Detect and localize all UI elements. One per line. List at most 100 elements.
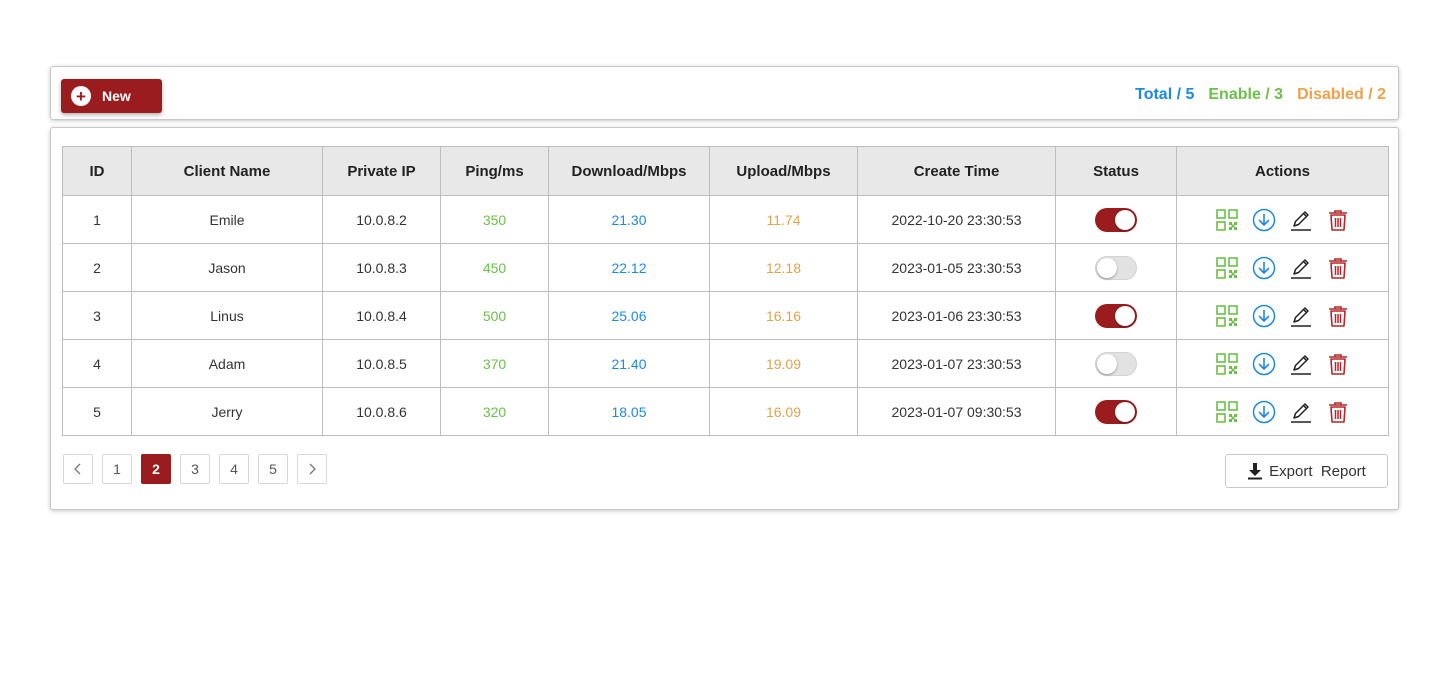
toggle-knob — [1115, 209, 1135, 230]
new-button[interactable]: + New — [61, 79, 162, 113]
toggle-knob — [1097, 353, 1117, 374]
total-count: Total / 5 — [1135, 86, 1195, 103]
clients-panel: ID Client Name Private IP Ping/ms Downlo… — [50, 127, 1399, 510]
client-name: Jason — [131, 243, 323, 292]
download-circle-icon[interactable] — [1252, 352, 1276, 376]
client-id: 3 — [62, 291, 132, 340]
column-header: Ping/ms — [440, 146, 549, 196]
status-toggle[interactable] — [1095, 351, 1137, 376]
page-button-4[interactable]: 4 — [219, 454, 249, 484]
next-page-button[interactable] — [297, 454, 327, 484]
qr-code-icon[interactable] — [1215, 304, 1239, 328]
actions-cell — [1176, 291, 1389, 340]
toggle-knob — [1115, 305, 1135, 326]
private-ip: 10.0.8.6 — [322, 387, 441, 436]
create-time: 2023-01-07 09:30:53 — [857, 387, 1056, 436]
download-circle-icon[interactable] — [1252, 400, 1276, 424]
actions-cell — [1176, 195, 1389, 244]
client-id: 1 — [62, 195, 132, 244]
download-value: 22.12 — [548, 243, 710, 292]
status-cell — [1055, 339, 1177, 388]
edit-icon[interactable] — [1289, 256, 1313, 280]
column-header: Client Name — [131, 146, 323, 196]
page-button-2[interactable]: 2 — [141, 454, 171, 484]
upload-value: 11.74 — [709, 195, 858, 244]
export-report-button[interactable]: Export Report — [1225, 454, 1388, 488]
download-value: 18.05 — [548, 387, 710, 436]
download-value: 25.06 — [548, 291, 710, 340]
prev-page-button[interactable] — [63, 454, 93, 484]
private-ip: 10.0.8.3 — [322, 243, 441, 292]
toggle-knob — [1097, 257, 1117, 278]
status-cell — [1055, 291, 1177, 340]
table-row: 3 Linus 10.0.8.4 500 25.06 16.16 2023-01… — [62, 291, 1389, 340]
edit-icon[interactable] — [1289, 304, 1313, 328]
delete-icon[interactable] — [1326, 208, 1350, 232]
delete-icon[interactable] — [1326, 256, 1350, 280]
column-header: Actions — [1176, 146, 1389, 196]
delete-icon[interactable] — [1326, 352, 1350, 376]
status-toggle[interactable] — [1095, 399, 1137, 424]
upload-value: 16.09 — [709, 387, 858, 436]
status-toggle[interactable] — [1095, 303, 1137, 328]
client-id: 4 — [62, 339, 132, 388]
page-button-5[interactable]: 5 — [258, 454, 288, 484]
ping-value: 320 — [440, 387, 549, 436]
download-value: 21.30 — [548, 195, 710, 244]
download-circle-icon[interactable] — [1252, 256, 1276, 280]
download-circle-icon[interactable] — [1252, 304, 1276, 328]
table-header-row: ID Client Name Private IP Ping/ms Downlo… — [62, 146, 1389, 196]
status-cell — [1055, 243, 1177, 292]
ping-value: 350 — [440, 195, 549, 244]
disabled-count: Disabled / 2 — [1297, 86, 1386, 103]
qr-code-icon[interactable] — [1215, 400, 1239, 424]
page-button-3[interactable]: 3 — [180, 454, 210, 484]
private-ip: 10.0.8.5 — [322, 339, 441, 388]
edit-icon[interactable] — [1289, 208, 1313, 232]
page-button-1[interactable]: 1 — [102, 454, 132, 484]
create-time: 2023-01-07 23:30:53 — [857, 339, 1056, 388]
qr-code-icon[interactable] — [1215, 256, 1239, 280]
status-toggle[interactable] — [1095, 255, 1137, 280]
chevron-right-icon — [309, 463, 316, 475]
table-row: 2 Jason 10.0.8.3 450 22.12 12.18 2023-01… — [62, 243, 1389, 292]
toolbar: + New Total / 5 Enable / 3 Disabled / 2 — [50, 66, 1399, 120]
client-name: Emile — [131, 195, 323, 244]
private-ip: 10.0.8.2 — [322, 195, 441, 244]
status-toggle[interactable] — [1095, 207, 1137, 232]
ping-value: 500 — [440, 291, 549, 340]
client-id: 5 — [62, 387, 132, 436]
edit-icon[interactable] — [1289, 400, 1313, 424]
download-circle-icon[interactable] — [1252, 208, 1276, 232]
client-id: 2 — [62, 243, 132, 292]
ping-value: 450 — [440, 243, 549, 292]
upload-value: 19.09 — [709, 339, 858, 388]
table-row: 5 Jerry 10.0.8.6 320 18.05 16.09 2023-01… — [62, 387, 1389, 436]
clients-table: ID Client Name Private IP Ping/ms Downlo… — [62, 146, 1389, 436]
new-button-label: New — [102, 88, 131, 104]
private-ip: 10.0.8.4 — [322, 291, 441, 340]
download-value: 21.40 — [548, 339, 710, 388]
qr-code-icon[interactable] — [1215, 352, 1239, 376]
create-time: 2022-10-20 23:30:53 — [857, 195, 1056, 244]
actions-cell — [1176, 339, 1389, 388]
client-name: Adam — [131, 339, 323, 388]
status-cell — [1055, 195, 1177, 244]
column-header: Upload/Mbps — [709, 146, 858, 196]
client-name: Linus — [131, 291, 323, 340]
export-report-label: Export Report — [1269, 462, 1366, 480]
upload-value: 16.16 — [709, 291, 858, 340]
ping-value: 370 — [440, 339, 549, 388]
qr-code-icon[interactable] — [1215, 208, 1239, 232]
client-summary: Total / 5 Enable / 3 Disabled / 2 — [1135, 86, 1386, 104]
enable-count: Enable / 3 — [1208, 86, 1284, 103]
delete-icon[interactable] — [1326, 304, 1350, 328]
client-name: Jerry — [131, 387, 323, 436]
table-row: 1 Emile 10.0.8.2 350 21.30 11.74 2022-10… — [62, 195, 1389, 244]
edit-icon[interactable] — [1289, 352, 1313, 376]
upload-value: 12.18 — [709, 243, 858, 292]
delete-icon[interactable] — [1326, 400, 1350, 424]
column-header: Private IP — [322, 146, 441, 196]
create-time: 2023-01-06 23:30:53 — [857, 291, 1056, 340]
toggle-knob — [1115, 401, 1135, 422]
